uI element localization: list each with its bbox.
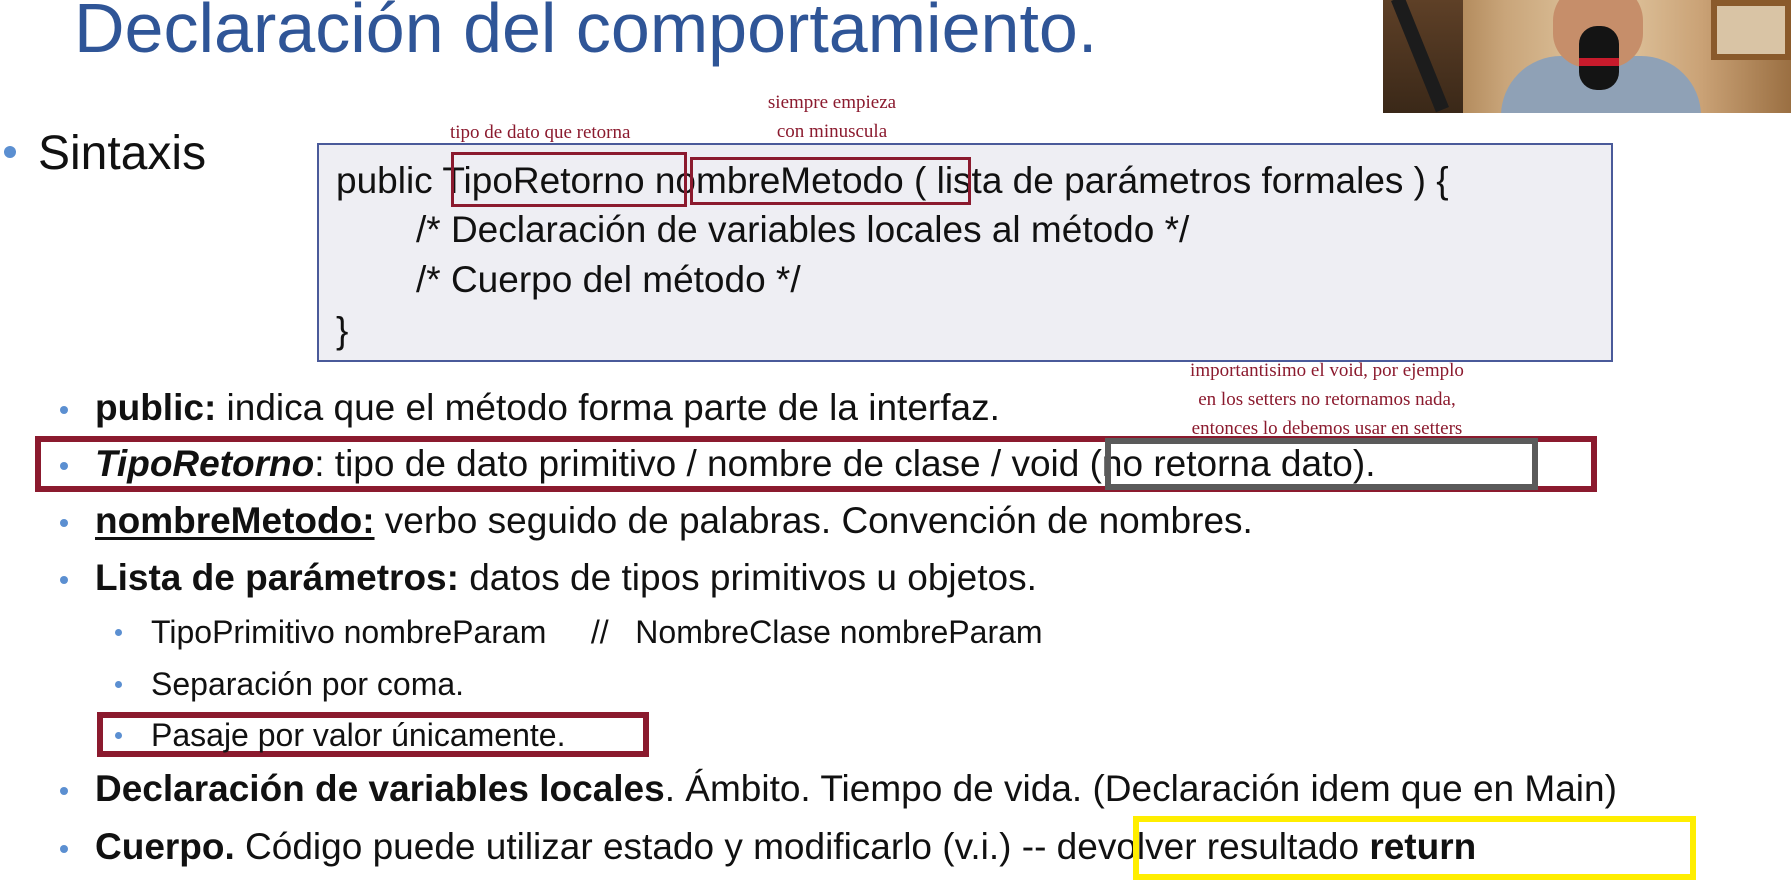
term-tipo-retorno: TipoRetorno [95, 443, 315, 484]
bullet-dot [60, 576, 68, 584]
annotation-siempre-line2: con minuscula [776, 121, 888, 142]
bullet-dot [60, 787, 68, 795]
bullet-dot [4, 146, 16, 158]
bullet-dot [60, 845, 68, 853]
bullet-dot [60, 519, 68, 527]
sub-bullet-tipos: TipoPrimitivo nombreParam // NombreClase… [151, 614, 1043, 650]
highlight-tipo-retorno [451, 152, 687, 207]
presentation-slide: Declaración del comportamiento. Sintaxis… [0, 0, 1791, 894]
bullet-dot [115, 732, 122, 739]
bullet-public: public: indica que el método forma parte… [95, 387, 1000, 428]
sintaxis-heading: Sintaxis [38, 127, 207, 180]
webcam-overlay [1383, 0, 1791, 113]
term-nombre-metodo: nombreMetodo: [95, 500, 375, 541]
bullet-dot [115, 629, 122, 636]
highlight-devolver-resultado [1133, 816, 1696, 880]
bullet-dot [115, 681, 122, 688]
code-line-2: /* Declaración de variables locales al m… [416, 209, 1190, 250]
term-cuerpo: Cuerpo. [95, 826, 235, 867]
annotation-void-line2: en los setters no retornamos nada, [1198, 389, 1456, 410]
annotation-void-line1: importantisimo el void, por ejemplo [1190, 360, 1464, 381]
code-public: public [336, 160, 433, 201]
term-declaracion: Declaración de variables locales [95, 768, 665, 809]
highlight-void [1105, 438, 1538, 490]
bullet-dot [60, 406, 68, 414]
code-params: ( lista de parámetros formales ) { [914, 160, 1449, 201]
bullet-declaracion-variables: Declaración de variables locales. Ámbito… [95, 768, 1617, 809]
slide-title: Declaración del comportamiento. [74, 0, 1098, 67]
term-public: public: [95, 387, 217, 428]
bullet-nombre-metodo: nombreMetodo: verbo seguido de palabras.… [95, 500, 1253, 541]
code-line-3: /* Cuerpo del método */ [416, 259, 801, 300]
term-lista-parametros: Lista de parámetros: [95, 557, 459, 598]
bullet-lista-parametros: Lista de parámetros: datos de tipos prim… [95, 557, 1037, 598]
sub-bullet-separacion: Separación por coma. [151, 666, 465, 702]
code-line-4: } [336, 310, 349, 351]
highlight-nombre-metodo [690, 157, 971, 205]
sub-bullet-pasaje: Pasaje por valor únicamente. [151, 717, 566, 753]
bullet-dot [60, 462, 68, 470]
annotation-siempre-line1: siempre empieza [767, 92, 897, 113]
